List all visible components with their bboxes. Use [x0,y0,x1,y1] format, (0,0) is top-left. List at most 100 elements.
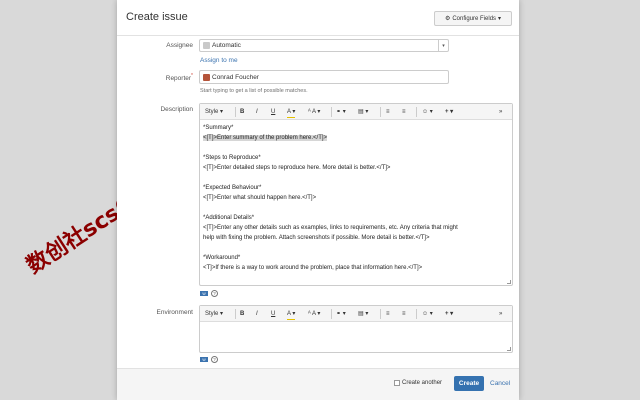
chevron-down-icon[interactable]: ▾ [438,40,448,51]
gear-icon: ⚙ [444,16,451,22]
style-dropdown[interactable]: Style ▾ [205,107,223,117]
numbered-list-icon[interactable]: ≡ [402,107,406,117]
italic-button[interactable]: I [256,309,258,319]
dialog-header: Create issue ⚙ Configure Fields ▾ [117,0,519,36]
description-editor[interactable]: Style ▾ B I U A ▾ ᴬ A ▾ ⚭ ▾ ▤ ▾ ≡ ≡ ☺ ▾ … [199,103,513,286]
assign-to-me-link[interactable]: Assign to me [200,57,238,64]
create-another-checkbox[interactable]: Create another [394,380,442,386]
link-button[interactable]: ⚭ ▾ [336,309,346,319]
assignee-value: Automatic [212,42,241,49]
configure-fields-label: Configure Fields [452,15,497,22]
bold-button[interactable]: B [240,309,244,319]
link-icon: ⚭ [336,109,342,115]
description-line: <[T]>Enter any other details such as exa… [203,225,458,231]
more-formatting-button[interactable]: ᴬ A ▾ [308,309,320,319]
description-line [203,173,508,183]
description-label: Description [160,106,193,113]
environment-help-row: W ? [200,356,218,363]
reporter-value: Conrad Foucher [212,73,259,81]
text-color-label: A [287,109,291,115]
smiley-icon: ☺ [422,109,429,115]
description-line: help with fixing the problem. Attach scr… [203,235,430,241]
toolbar-divider [331,309,332,319]
insert-more-button[interactable]: + ▾ [445,107,453,117]
collapse-icon[interactable]: » [499,107,502,117]
automatic-avatar-icon [203,42,210,49]
create-another-label: Create another [402,380,443,386]
environment-toolbar: Style ▾ B I U A ▾ ᴬ A ▾ ⚭ ▾ ▤ ▾ ≡ ≡ ☺ ▾ … [200,306,512,322]
description-content[interactable]: *Summary* <[T]>Enter summary of the prob… [203,123,508,273]
link-button[interactable]: ⚭ ▾ [336,107,346,117]
toolbar-divider [235,309,236,319]
description-line [203,203,508,213]
attachment-button[interactable]: ▤ ▾ [358,309,368,319]
configure-fields-button[interactable]: ⚙ Configure Fields ▾ [434,11,512,26]
collapse-icon[interactable]: » [499,309,502,319]
resize-handle[interactable] [507,347,511,351]
description-line: *Expected Behaviour* [203,185,262,191]
caret-down-icon: ▾ [498,16,502,22]
resize-handle[interactable] [507,280,511,284]
description-line: *Summary* [203,125,234,131]
toolbar-divider [416,309,417,319]
bold-button[interactable]: B [240,107,244,117]
emoticon-button[interactable]: ☺ ▾ [422,107,433,117]
description-line [203,243,508,253]
create-issue-dialog: Create issue ⚙ Configure Fields ▾ Assign… [117,0,519,400]
dialog-title: Create issue [126,11,188,23]
description-help-row: W ? [200,290,218,297]
assignee-select[interactable]: Automatic ▾ [199,39,449,52]
wiki-markup-icon[interactable]: W [200,291,208,296]
cancel-link[interactable]: Cancel [490,380,510,387]
toolbar-divider [331,107,332,117]
reporter-label: Reporter* [117,73,193,82]
toolbar-divider [380,107,381,117]
environment-editor[interactable]: Style ▾ B I U A ▾ ᴬ A ▾ ⚭ ▾ ▤ ▾ ≡ ≡ ☺ ▾ … [199,305,513,353]
more-formatting-icon: ᴬ A [308,109,316,115]
attachment-icon: ▤ [358,311,364,317]
wiki-markup-icon[interactable]: W [200,357,208,362]
description-line: *Additional Details* [203,215,255,221]
help-icon[interactable]: ? [211,290,218,297]
help-icon[interactable]: ? [211,356,218,363]
italic-button[interactable]: I [256,107,258,117]
checkbox-box[interactable] [394,380,400,386]
insert-more-button[interactable]: + ▾ [445,309,453,319]
reporter-input[interactable]: Conrad Foucher [199,70,449,84]
underline-button[interactable]: U [271,107,275,117]
underline-button[interactable]: U [271,309,275,319]
style-label: Style [205,109,219,115]
link-icon: ⚭ [336,311,342,317]
description-line: *Workaround* [203,255,241,261]
plus-icon: + [445,109,449,115]
user-avatar-icon [203,73,210,81]
attachment-button[interactable]: ▤ ▾ [358,107,368,117]
environment-label: Environment [156,309,194,316]
assignee-label: Assignee [166,42,193,49]
bullet-list-icon[interactable]: ≡ [386,309,390,319]
more-formatting-button[interactable]: ᴬ A ▾ [308,107,320,117]
toolbar-divider [380,309,381,319]
toolbar-divider [416,107,417,117]
text-color-label: A [287,311,291,317]
description-line: *Steps to Reproduce* [203,155,261,161]
create-button[interactable]: Create [454,376,484,391]
description-line [203,143,508,153]
style-label: Style [205,311,219,317]
required-mark: * [191,73,193,79]
attachment-icon: ▤ [358,109,364,115]
description-line-selected: <[T]>Enter summary of the problem here.<… [203,135,328,141]
more-formatting-icon: ᴬ A [308,311,316,317]
plus-icon: + [445,311,449,317]
dialog-footer: Create another Create Cancel [117,368,519,400]
description-toolbar: Style ▾ B I U A ▾ ᴬ A ▾ ⚭ ▾ ▤ ▾ ≡ ≡ ☺ ▾ … [200,104,512,120]
bullet-list-icon[interactable]: ≡ [386,107,390,117]
style-dropdown[interactable]: Style ▾ [205,309,223,319]
numbered-list-icon[interactable]: ≡ [402,309,406,319]
smiley-icon: ☺ [422,311,429,317]
text-color-button[interactable]: A ▾ [287,107,296,118]
description-line: <T]>If there is a way to work around the… [203,265,423,271]
description-line: <[T]>Enter detailed steps to reproduce h… [203,165,391,171]
emoticon-button[interactable]: ☺ ▾ [422,309,433,319]
text-color-button[interactable]: A ▾ [287,309,296,320]
